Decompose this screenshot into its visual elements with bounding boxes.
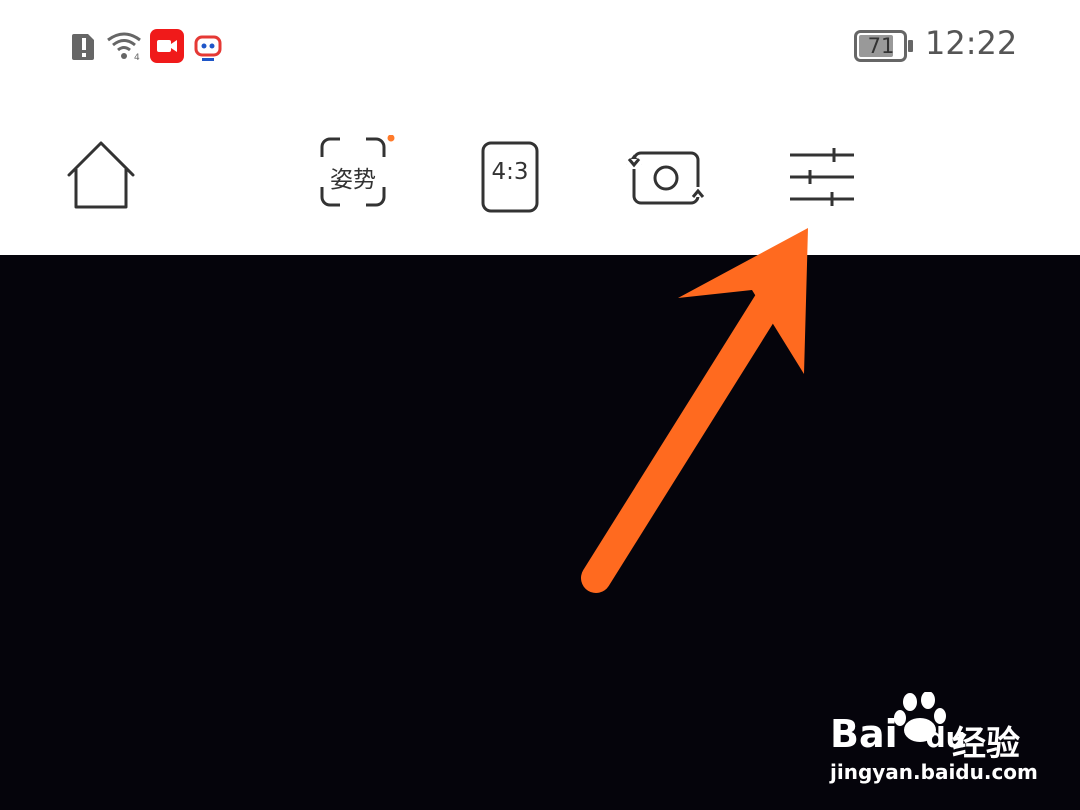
watermark-brand-cn: 经验 (952, 724, 1020, 764)
aspect-ratio-label: 4:3 (491, 159, 529, 185)
robot-app-icon (194, 35, 222, 61)
notification-dot (387, 135, 395, 142)
wifi-icon: 4 (107, 32, 141, 62)
battery-level: 71 (867, 34, 895, 58)
camera-toolbar (0, 95, 1080, 255)
clock: 12:22 (925, 24, 1018, 62)
settings-sliders-icon[interactable] (788, 147, 856, 207)
video-record-icon (150, 29, 184, 63)
status-bar: 4 71 12:22 (0, 0, 1080, 95)
pose-label: 姿势 (330, 167, 376, 193)
switch-camera-icon[interactable] (624, 147, 708, 209)
watermark-brand: Bai du (830, 712, 966, 756)
watermark-url: jingyan.baidu.com (830, 760, 1038, 784)
alert-icon (72, 34, 94, 60)
svg-text:4: 4 (134, 53, 140, 62)
home-icon[interactable] (66, 139, 138, 211)
